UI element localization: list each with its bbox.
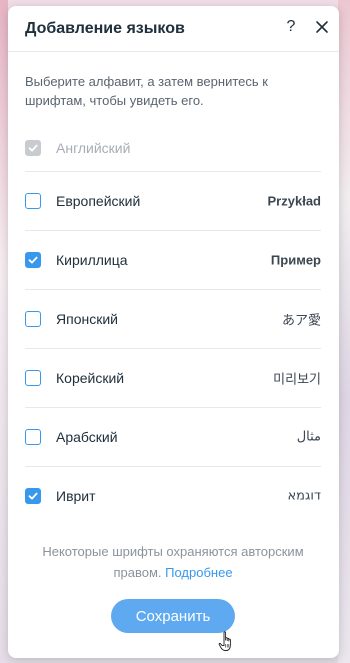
language-checkbox[interactable] [25,193,41,209]
language-sample-text: Przykład [267,193,321,209]
language-checkbox [25,139,41,156]
language-row[interactable]: Арабский مثال [25,408,321,467]
language-checkbox[interactable] [25,370,41,386]
language-label[interactable]: Европейский [56,193,140,209]
checkmark-icon [28,144,38,151]
learn-more-link[interactable]: Подробнее [165,565,232,580]
language-sample-text: Пример [270,252,321,268]
intro-text: Выберите алфавит, а затем вернитесь к шр… [25,74,268,108]
close-button[interactable] [312,17,332,37]
language-row[interactable]: Иврит דוגמא [25,467,321,525]
language-row[interactable]: Европейский Przykład [25,172,321,231]
dialog-header: Добавление языков ? [8,6,339,52]
checkmark-icon [28,492,38,500]
language-row[interactable]: Корейский 미리보기 [25,349,321,408]
language-sample-text: דוגמא [287,488,321,504]
language-checkbox[interactable] [25,429,41,445]
language-checkbox[interactable] [25,252,41,268]
help-button[interactable]: ? [282,16,300,38]
save-button[interactable]: Сохранить [111,599,235,633]
language-label[interactable]: Корейский [56,370,124,386]
copyright-note: Некоторые шрифты охраняются авторским пр… [25,541,321,583]
hand-cursor-icon [218,631,231,651]
backdrop-right-edge [338,0,350,663]
close-icon [316,21,328,33]
language-row: Английский [25,124,321,172]
language-sample-text: 미리보기 [273,372,321,388]
language-row[interactable]: Японский あア愛 [25,290,321,349]
language-label: Английский [56,139,131,156]
language-checkbox[interactable] [25,311,41,327]
language-label[interactable]: Японский [56,311,118,327]
checkmark-icon [28,256,38,264]
language-row[interactable]: Кириллица Пример [25,231,321,290]
add-languages-dialog: Добавление языков ? Выберите алфавит, а … [8,6,339,658]
language-label[interactable]: Арабский [56,429,118,445]
language-label[interactable]: Кириллица [56,252,128,268]
language-checkbox[interactable] [25,488,41,504]
language-label[interactable]: Иврит [56,488,96,504]
backdrop-left-edge [0,0,8,663]
dialog-title: Добавление языков [25,20,185,37]
language-sample-text: あア愛 [281,313,321,329]
language-list: Английский Европейский Przykład Кириллица Пр… [25,124,321,525]
language-sample-text: مثال [296,429,321,445]
